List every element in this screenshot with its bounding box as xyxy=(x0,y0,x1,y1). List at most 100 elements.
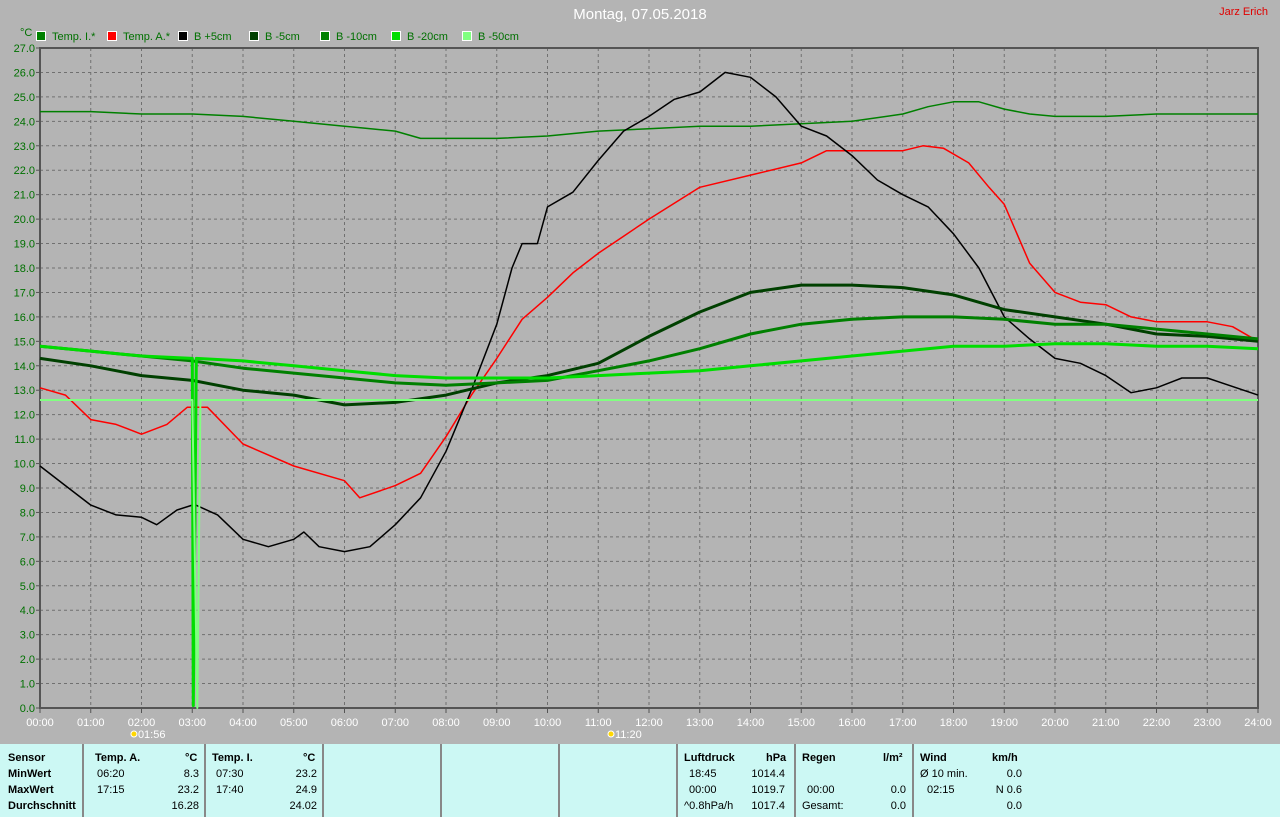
x-tick-label: 20:00 xyxy=(1041,717,1069,729)
pressure-min-time: 18:45 xyxy=(689,768,717,780)
rain-max-time: 00:00 xyxy=(807,784,835,796)
divider xyxy=(912,744,914,817)
y-tick-label: 9.0 xyxy=(20,483,35,495)
y-tick-label: 12.0 xyxy=(14,410,35,422)
rain-header: Regen xyxy=(802,752,836,764)
x-tick-label: 03:00 xyxy=(178,717,206,729)
divider xyxy=(440,744,442,817)
y-tick-label: 26.0 xyxy=(14,67,35,79)
x-tick-label: 05:00 xyxy=(280,717,308,729)
pressure-max: 1019.7 xyxy=(751,784,785,796)
y-tick-label: 21.0 xyxy=(14,190,35,202)
x-tick-label: 15:00 xyxy=(787,717,815,729)
y-tick-label: 7.0 xyxy=(20,532,35,544)
sunrise-icon xyxy=(130,730,138,738)
rain-total: 0.0 xyxy=(890,800,906,812)
divider xyxy=(558,744,560,817)
y-tick-label: 14.0 xyxy=(14,361,35,373)
x-tick-label: 06:00 xyxy=(331,717,359,729)
y-tick-label: 1.0 xyxy=(20,679,35,691)
y-tick-label: 25.0 xyxy=(14,92,35,104)
y-tick-label: 27.0 xyxy=(14,43,35,55)
x-tick-label: 24:00 xyxy=(1244,717,1272,729)
sun-marker-label: 01:56 xyxy=(138,729,166,741)
y-tick-label: 2.0 xyxy=(20,654,35,666)
y-tick-label: 24.0 xyxy=(14,116,35,128)
y-axis-label: °C xyxy=(20,27,32,39)
x-tick-label: 12:00 xyxy=(635,717,663,729)
y-tick-label: 19.0 xyxy=(14,239,35,251)
wind-max: N 0.6 xyxy=(995,784,1022,796)
y-tick-label: 18.0 xyxy=(14,263,35,275)
divider xyxy=(82,744,84,817)
temp-i-unit: °C xyxy=(303,752,316,764)
rain-max: 0.0 xyxy=(890,784,906,796)
x-tick-label: 22:00 xyxy=(1143,717,1171,729)
row-label-min: MinWert xyxy=(8,768,52,780)
divider xyxy=(794,744,796,817)
temp-i-min: 23.2 xyxy=(295,768,317,780)
temp-i-header: Temp. I. xyxy=(212,752,253,764)
y-tick-label: 20.0 xyxy=(14,214,35,226)
pressure-max-time: 00:00 xyxy=(689,784,717,796)
x-tick-label: 16:00 xyxy=(838,717,866,729)
x-tick-label: 01:00 xyxy=(77,717,105,729)
rain-unit: l/m² xyxy=(883,752,903,764)
y-tick-label: 22.0 xyxy=(14,165,35,177)
y-tick-label: 13.0 xyxy=(14,385,35,397)
temp-a-header: Temp. A. xyxy=(95,752,141,764)
stats-panel: Sensor MinWert MaxWert Durchschnitt Temp… xyxy=(0,744,1280,817)
wind-avg: 0.0 xyxy=(1006,768,1022,780)
x-tick-label: 07:00 xyxy=(381,717,409,729)
row-label-max: MaxWert xyxy=(8,784,54,796)
x-tick-label: 21:00 xyxy=(1092,717,1120,729)
x-tick-label: 02:00 xyxy=(128,717,156,729)
rain-total-label: Gesamt: xyxy=(802,800,844,812)
temp-i-max: 24.9 xyxy=(295,784,317,796)
divider xyxy=(676,744,678,817)
temp-i-avg: 24.02 xyxy=(289,800,317,812)
wind-header: Wind xyxy=(920,752,947,764)
y-tick-label: 3.0 xyxy=(20,630,35,642)
sunset-icon xyxy=(607,730,615,738)
y-tick-label: 6.0 xyxy=(20,556,35,568)
temp-a-avg: 16.28 xyxy=(171,800,199,812)
pressure-min: 1014.4 xyxy=(751,768,785,780)
divider xyxy=(204,744,206,817)
y-tick-label: 17.0 xyxy=(14,287,35,299)
x-tick-label: 08:00 xyxy=(432,717,460,729)
y-tick-label: 0.0 xyxy=(20,703,35,715)
temperature-chart: 0.0 1.0 2.0 3.0 4.0 5.0 6.0 7.0 8.0 9.0 10.0 11.0 12… xyxy=(14,27,1272,741)
x-tick-label: 19:00 xyxy=(990,717,1018,729)
pressure-header: Luftdruck xyxy=(684,752,735,764)
temp-i-min-time: 07:30 xyxy=(216,768,244,780)
y-tick-label: 15.0 xyxy=(14,336,35,348)
x-tick-label: 00:00 xyxy=(26,717,54,729)
pressure-avg: 1017.4 xyxy=(751,800,785,812)
temp-i-max-time: 17:40 xyxy=(216,784,244,796)
sensor-header: Sensor xyxy=(8,752,46,764)
temp-a-min-time: 06:20 xyxy=(97,768,125,780)
temp-a-max-time: 17:15 xyxy=(97,784,125,796)
y-tick-label: 16.0 xyxy=(14,312,35,324)
divider xyxy=(322,744,324,817)
x-tick-label: 10:00 xyxy=(534,717,562,729)
temp-a-min: 8.3 xyxy=(183,768,199,780)
y-tick-label: 23.0 xyxy=(14,141,35,153)
x-tick-label: 13:00 xyxy=(686,717,714,729)
y-tick-label: 11.0 xyxy=(14,434,35,446)
sun-marker-label: 11:20 xyxy=(615,729,642,741)
pressure-trend: ^0.8hPa/h xyxy=(684,800,734,812)
wind-third: 0.0 xyxy=(1006,800,1022,812)
pressure-unit: hPa xyxy=(766,752,787,764)
x-tick-label: 18:00 xyxy=(940,717,968,729)
wind-avg-label: Ø 10 min. xyxy=(920,768,968,780)
y-tick-label: 4.0 xyxy=(20,605,35,617)
wind-max-time: 02:15 xyxy=(927,784,955,796)
row-label-avg: Durchschnitt xyxy=(8,800,76,812)
x-tick-label: 09:00 xyxy=(483,717,511,729)
x-tick-label: 11:00 xyxy=(585,717,612,729)
y-tick-label: 5.0 xyxy=(20,581,35,593)
temp-a-max: 23.2 xyxy=(177,784,199,796)
wind-unit: km/h xyxy=(992,752,1018,764)
